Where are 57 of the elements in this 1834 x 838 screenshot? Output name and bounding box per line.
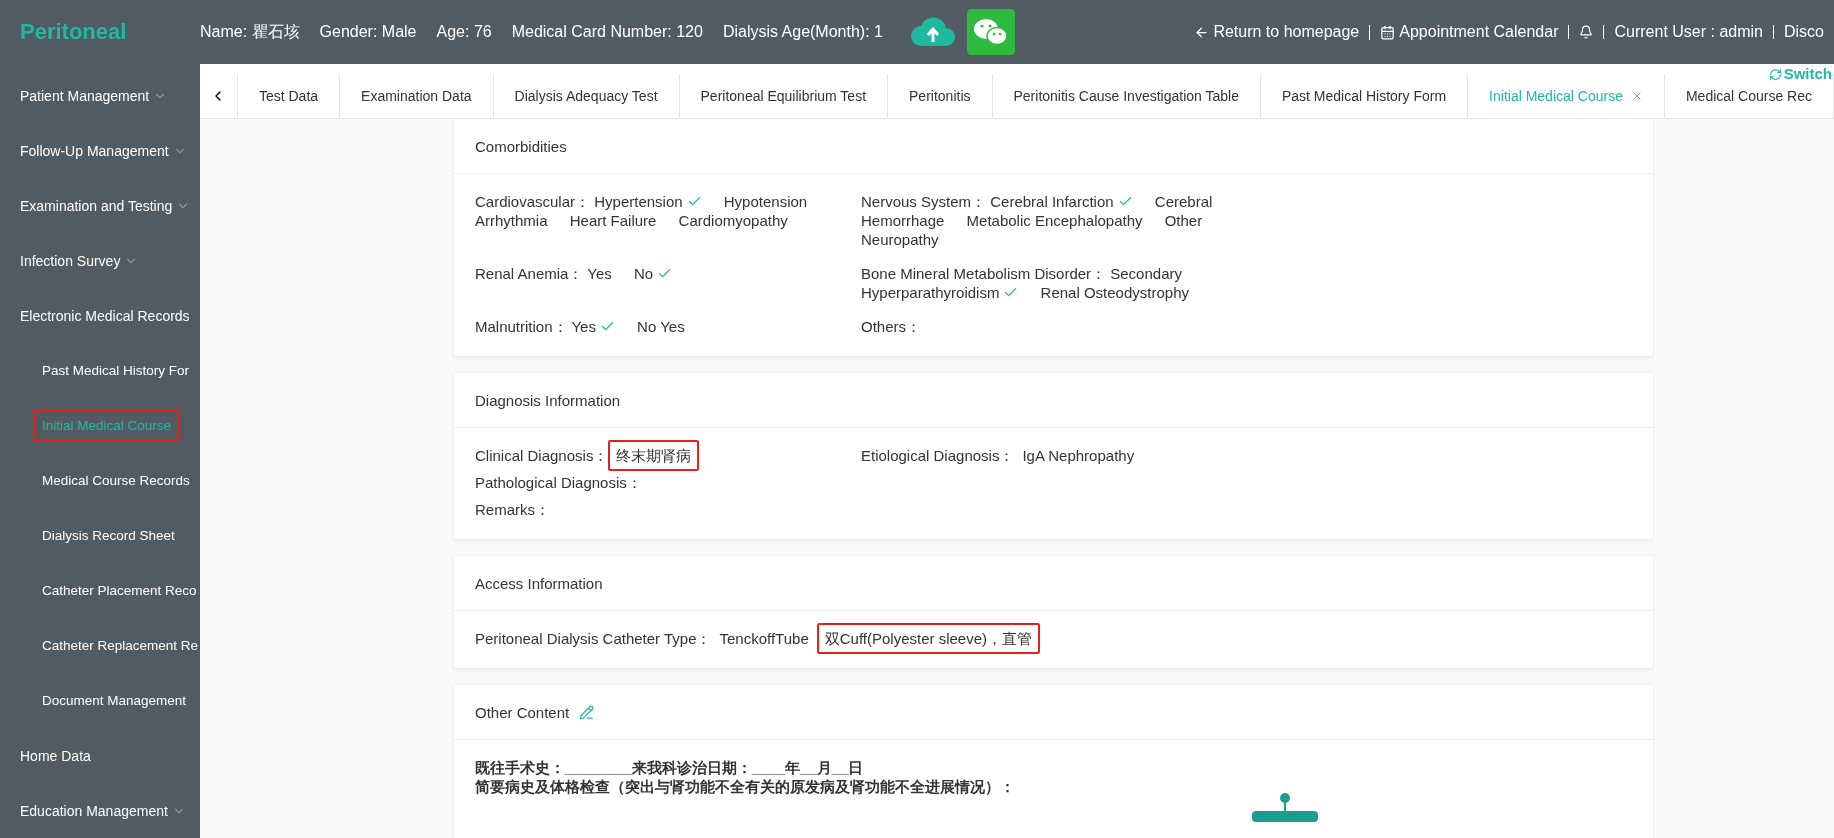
header-text: Disco xyxy=(1784,25,1824,39)
calendar-icon xyxy=(1380,24,1396,40)
pin-drawing xyxy=(1250,792,1320,822)
sidebar-subitem[interactable]: Past Medical History For xyxy=(34,354,198,387)
sidebar-subitem[interactable]: Catheter Replacement Re xyxy=(34,629,200,662)
patient-info: Gender: Male xyxy=(319,23,417,41)
sidebar-item[interactable]: Examination and Testing xyxy=(0,178,200,233)
sidebar-item[interactable]: Education Management xyxy=(0,783,200,838)
field-value: 双Cuff(Polyester sleeve)，直管 xyxy=(816,623,1041,654)
tab[interactable]: Test Data xyxy=(237,74,341,118)
sidebar-item[interactable]: Home Data xyxy=(0,728,200,783)
sidebar-subitem[interactable]: Catheter Placement Reco xyxy=(34,574,200,607)
field-label: Pathological Diagnosis： xyxy=(475,474,642,491)
sidebar-item[interactable]: Infection Survey xyxy=(0,233,200,288)
sidebar-subitem[interactable]: Medical Course Records xyxy=(34,464,198,497)
tab[interactable]: Peritoneal Equilibrium Test xyxy=(679,74,889,118)
tab[interactable]: Past Medical History Form xyxy=(1260,74,1469,118)
field-value: IgA Nephropathy xyxy=(1021,446,1136,466)
field-value: TenckoffTube xyxy=(718,629,810,649)
section-title: Comorbidities xyxy=(475,137,567,155)
paragraph-text: 既往手术史：________来我科诊治日期：____年__月__日 xyxy=(475,758,865,777)
tab[interactable]: Peritonitis xyxy=(888,74,993,118)
header-link[interactable]: Return to homepage xyxy=(1213,25,1360,39)
field-text: Others： xyxy=(861,317,922,336)
app-logo: Peritoneal xyxy=(19,19,128,45)
sidebar-subitem[interactable]: Dialysis Record Sheet xyxy=(34,519,183,552)
bell-icon[interactable] xyxy=(1579,25,1594,39)
field-label: Clinical Diagnosis： xyxy=(475,447,609,464)
field-text: Malnutrition： Yes No Yes xyxy=(475,317,686,336)
sidebar-item[interactable]: Follow-Up Management xyxy=(0,123,200,178)
refresh-icon[interactable] xyxy=(1768,67,1782,81)
field-text: Bone Mineral Metabolism Disorder： Secondary Hyperparathyroidism Renal Osteodystrophy xyxy=(861,264,1190,302)
patient-info: Medical Card Number: 120 xyxy=(511,23,703,41)
header-link[interactable]: Appointment Calendar xyxy=(1399,25,1559,39)
field-text: Renal Anemia： Yes No xyxy=(475,264,860,302)
sidebar-subitem[interactable]: Document Management xyxy=(34,684,195,717)
patient-info: Dialysis Age(Month): 1 xyxy=(722,23,883,41)
paragraph-text: 简要病史及体格检查（突出与肾功能不全有关的原发病及肾功能不全进展情况）： xyxy=(475,777,1016,796)
sidebar-item[interactable]: Electronic Medical Records xyxy=(0,288,200,343)
field-label: Remarks： xyxy=(475,501,550,518)
tab[interactable]: Examination Data xyxy=(340,74,494,118)
field-label: Peritoneal Dialysis Catheter Type： xyxy=(475,630,712,647)
tab[interactable]: Dialysis Adequacy Test xyxy=(493,74,680,118)
section-title: Access Information xyxy=(475,574,603,592)
tab[interactable]: Peritonitis Cause Investigation Table xyxy=(992,74,1261,118)
section-title: Diagnosis Information xyxy=(475,391,621,409)
patient-info: Name: 瞿石垓 xyxy=(200,21,300,42)
patient-info: Age: 76 xyxy=(436,23,492,41)
field-text: Cardiovascular： Hypertension Hypotension Arrhythmia Heart Failure Cardiomyopathy xyxy=(475,192,809,231)
sidebar-item[interactable]: Patient Management xyxy=(0,68,200,123)
section-title: Other Content xyxy=(475,703,570,721)
field-label: Etiological Diagnosis： xyxy=(861,447,1015,464)
field-value: 终末期肾病 xyxy=(608,440,700,471)
pencil-icon[interactable] xyxy=(579,704,595,720)
chat-app-icon[interactable] xyxy=(966,9,1015,55)
field-text: Nervous System： Cerebral Infarction Cerebral Hemorrhage Metabolic Encephalopathy Other Neuropathy xyxy=(861,192,1214,249)
header-text: Current User : admin xyxy=(1614,25,1763,39)
